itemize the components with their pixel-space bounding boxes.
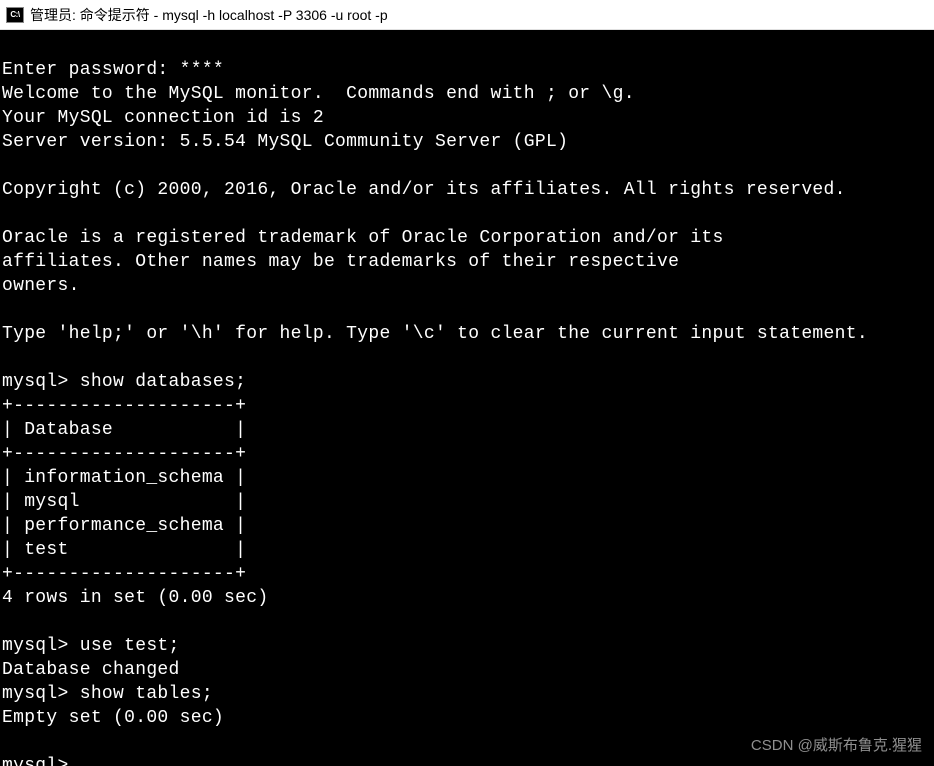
terminal-line: owners. [2,276,80,296]
command-prompt-window: C:\ 管理员: 命令提示符 - mysql -h localhost -P 3… [0,0,934,766]
terminal-line: Server version: 5.5.54 MySQL Community S… [2,132,568,152]
terminal-line: Empty set (0.00 sec) [2,708,224,728]
terminal-line: affiliates. Other names may be trademark… [2,252,679,272]
terminal-line: | information_schema | [2,468,246,488]
terminal-line: mysql> show databases; [2,372,246,392]
terminal-line: | test | [2,540,246,560]
terminal-line: +--------------------+ [2,396,246,416]
terminal-line: | mysql | [2,492,246,512]
terminal-line: Your MySQL connection id is 2 [2,108,324,128]
terminal-line: mysql> use test; [2,636,180,656]
terminal-line: Type 'help;' or '\h' for help. Type '\c'… [2,324,868,344]
titlebar[interactable]: C:\ 管理员: 命令提示符 - mysql -h localhost -P 3… [0,0,934,30]
terminal-line: +--------------------+ [2,564,246,584]
watermark: CSDN @威斯布鲁克.猩猩 [751,734,922,758]
terminal-line: Copyright (c) 2000, 2016, Oracle and/or … [2,180,846,200]
terminal-line: Database changed [2,660,180,680]
terminal-line: | Database | [2,420,246,440]
terminal-line: Welcome to the MySQL monitor. Commands e… [2,84,635,104]
terminal-line: Enter password: **** [2,60,224,80]
cmd-icon: C:\ [6,7,24,23]
terminal-line: | performance_schema | [2,516,246,536]
terminal-line: Oracle is a registered trademark of Orac… [2,228,724,248]
terminal-line: mysql> show tables; [2,684,213,704]
terminal-line: mysql> [2,756,69,766]
terminal-output[interactable]: Enter password: **** Welcome to the MySQ… [0,30,934,766]
terminal-line: +--------------------+ [2,444,246,464]
terminal-line: 4 rows in set (0.00 sec) [2,588,268,608]
window-title: 管理员: 命令提示符 - mysql -h localhost -P 3306 … [30,5,388,25]
